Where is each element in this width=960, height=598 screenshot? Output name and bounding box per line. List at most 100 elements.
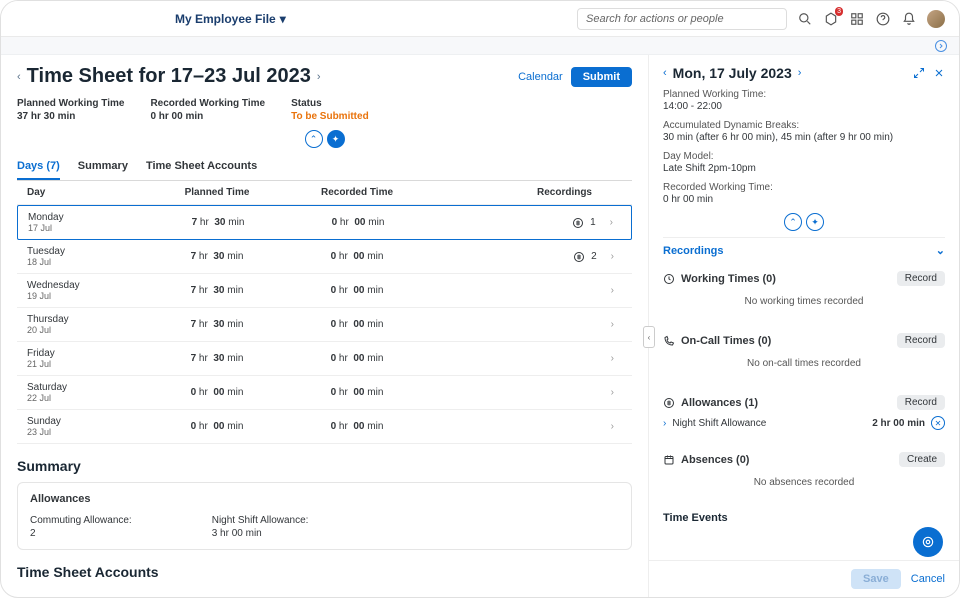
submit-button[interactable]: Submit	[571, 67, 632, 87]
planned-cell: 0 hr 00 min	[147, 421, 287, 432]
absences-empty: No absences recorded	[663, 467, 945, 498]
day-name: Friday	[27, 348, 147, 359]
chevron-right-icon: ›	[611, 319, 614, 330]
time-events-heading: Time Events	[663, 506, 945, 524]
col-day: Day	[27, 187, 147, 198]
ai-button[interactable]: ✦	[327, 130, 345, 148]
side-panel: ‹ ‹ Mon, 17 July 2023 › Planned Working …	[649, 55, 959, 597]
recordings-cell: ›	[427, 285, 622, 296]
close-icon[interactable]	[933, 67, 945, 79]
table-header: Day Planned Time Recorded Time Recording…	[17, 181, 632, 205]
calendar-link[interactable]: Calendar	[518, 71, 563, 83]
create-absence-button[interactable]: Create	[899, 452, 945, 467]
fullscreen-icon[interactable]	[913, 67, 925, 79]
day-name: Thursday	[27, 314, 147, 325]
recordings-header[interactable]: Recordings ⌄	[663, 237, 945, 263]
day-name: Tuesday	[27, 246, 147, 257]
recorded-cell: 0 hr 00 min	[287, 251, 427, 262]
brand-menu[interactable]: My Employee File ▾	[175, 12, 286, 26]
table-row[interactable]: Thursday20 Jul7 hr 30 min0 hr 00 min›	[17, 308, 632, 342]
day-date: 17 Jul	[28, 223, 148, 233]
col-planned: Planned Time	[147, 187, 287, 198]
cancel-button[interactable]: Cancel	[911, 573, 945, 585]
chevron-right-icon: ›	[611, 353, 614, 364]
top-bar: My Employee File ▾ Search for actions or…	[1, 1, 959, 37]
help-icon[interactable]	[875, 11, 891, 27]
planned-cell: 7 hr 30 min	[147, 319, 287, 330]
avatar[interactable]	[927, 10, 945, 28]
table-row[interactable]: Wednesday19 Jul7 hr 30 min0 hr 00 min›	[17, 274, 632, 308]
planned-label: Planned Working Time	[17, 98, 124, 109]
expand-strip	[1, 37, 959, 55]
page-title: Time Sheet for 17–23 Jul 2023	[27, 65, 311, 88]
save-button[interactable]: Save	[851, 569, 901, 589]
fab-button[interactable]	[913, 527, 943, 557]
search-input[interactable]: Search for actions or people	[577, 8, 787, 30]
side-recorded-label: Recorded Working Time:	[663, 182, 945, 193]
prev-period-button[interactable]: ‹	[17, 71, 21, 83]
tab-days[interactable]: Days (7)	[17, 156, 60, 180]
recordings-cell: ›	[427, 387, 622, 398]
recording-icon	[573, 251, 585, 263]
split-handle[interactable]: ‹	[643, 326, 655, 348]
recorded-cell: 0 hr 00 min	[287, 387, 427, 398]
night-value: 3 hr 00 min	[212, 528, 309, 539]
record-allowance-button[interactable]: Record	[897, 395, 945, 410]
collapse-side-button[interactable]: ⌃	[784, 213, 802, 231]
side-planned-value: 14:00 - 22:00	[663, 101, 945, 112]
table-row[interactable]: Sunday23 Jul0 hr 00 min0 hr 00 min›	[17, 410, 632, 444]
record-oncall-button[interactable]: Record	[897, 333, 945, 348]
recorded-cell: 0 hr 00 min	[287, 353, 427, 364]
chevron-right-icon: ›	[610, 217, 613, 228]
summary-heading: Summary	[17, 458, 632, 474]
side-breaks-value: 30 min (after 6 hr 00 min), 45 min (afte…	[663, 132, 945, 143]
allowance-icon	[663, 397, 675, 409]
side-breaks-label: Accumulated Dynamic Breaks:	[663, 120, 945, 131]
clock-icon	[663, 273, 675, 285]
recorded-cell: 0 hr 00 min	[287, 319, 427, 330]
day-date: 18 Jul	[27, 257, 147, 267]
delete-allowance-button[interactable]: ✕	[931, 416, 945, 430]
recordings-cell: 1›	[428, 217, 621, 229]
apps-icon[interactable]	[849, 11, 865, 27]
next-period-button[interactable]: ›	[317, 71, 321, 83]
day-name: Wednesday	[27, 280, 147, 291]
search-icon[interactable]	[797, 11, 813, 27]
bell-icon[interactable]	[901, 11, 917, 27]
day-name: Saturday	[27, 382, 147, 393]
chevron-down-icon: ⌄	[936, 244, 945, 257]
recordings-cell: ›	[427, 421, 622, 432]
chevron-right-icon: ›	[611, 285, 614, 296]
recorded-label: Recorded Working Time	[150, 98, 265, 109]
allowances-heading: Allowances	[30, 493, 619, 505]
expand-icon[interactable]	[935, 40, 947, 52]
table-row[interactable]: Saturday22 Jul0 hr 00 min0 hr 00 min›	[17, 376, 632, 410]
planned-value: 37 hr 30 min	[17, 111, 124, 122]
notif-badge: 3	[835, 7, 843, 16]
record-working-button[interactable]: Record	[897, 271, 945, 286]
tab-summary[interactable]: Summary	[78, 156, 128, 180]
chevron-right-icon: ›	[611, 251, 614, 262]
prev-day-button[interactable]: ‹	[663, 67, 667, 79]
status-value: To be Submitted	[291, 111, 369, 122]
recordings-cell: ›	[427, 319, 622, 330]
brand-label: My Employee File	[175, 12, 276, 26]
working-empty: No working times recorded	[663, 286, 945, 317]
allowance-item[interactable]: › Night Shift Allowance 2 hr 00 min ✕	[663, 410, 945, 436]
planned-cell: 7 hr 30 min	[147, 251, 287, 262]
allowances-heading: Allowances (1)	[681, 397, 758, 409]
day-date: 22 Jul	[27, 393, 147, 403]
ai-side-button[interactable]: ✦	[806, 213, 824, 231]
side-planned-label: Planned Working Time:	[663, 89, 945, 100]
tasks-icon[interactable]: 3	[823, 11, 839, 27]
recordings-cell: ›	[427, 353, 622, 364]
oncall-heading: On-Call Times (0)	[681, 335, 771, 347]
planned-cell: 0 hr 00 min	[147, 387, 287, 398]
table-row[interactable]: Friday21 Jul7 hr 30 min0 hr 00 min›	[17, 342, 632, 376]
allowance-item-label: Night Shift Allowance	[672, 418, 766, 429]
collapse-header-button[interactable]: ⌃	[305, 130, 323, 148]
table-row[interactable]: Tuesday18 Jul7 hr 30 min0 hr 00 min2›	[17, 240, 632, 274]
tab-accounts[interactable]: Time Sheet Accounts	[146, 156, 257, 180]
next-day-button[interactable]: ›	[798, 67, 802, 79]
table-row[interactable]: Monday17 Jul7 hr 30 min0 hr 00 min1›	[17, 205, 632, 240]
